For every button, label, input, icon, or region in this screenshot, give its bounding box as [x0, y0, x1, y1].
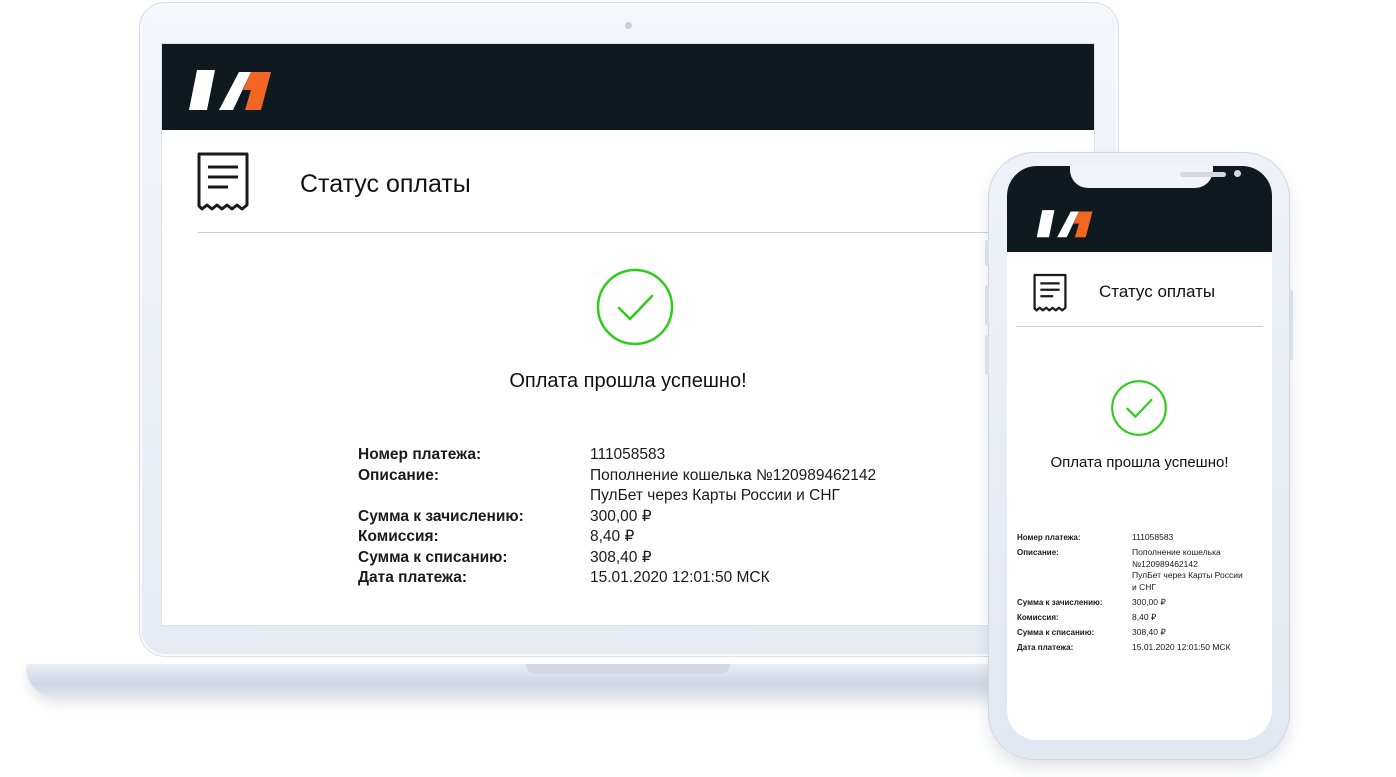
- laptop-screen: Статус оплаты Оплата прошла успешно! Ном…: [161, 43, 1095, 626]
- phone-volume-down-button: [985, 335, 989, 375]
- detail-row-amount-debit: Сумма к списанию: 308,40 ₽: [358, 548, 950, 569]
- detail-value: 300,00 ₽: [590, 507, 652, 525]
- detail-value: Пополнение кошелька №120989462142 ПулБет …: [590, 466, 950, 507]
- payment-details: Номер платежа: 111058583 Описание: Пополне…: [358, 445, 950, 589]
- detail-label: Дата платежа:: [1017, 642, 1074, 652]
- detail-row-payment-number: Номер платежа: 111058583: [1017, 532, 1262, 544]
- description-line: Пополнение кошелька: [1132, 547, 1221, 557]
- phone-volume-up-button: [985, 285, 989, 325]
- detail-label: Номер платежа:: [358, 446, 482, 463]
- detail-label: Сумма к списанию:: [1017, 627, 1095, 637]
- page-title: Статус оплаты: [1099, 282, 1216, 301]
- phone-camera: [1234, 170, 1241, 177]
- payment-details: Номер платежа: 111058583 Описание: Пополне…: [1017, 532, 1262, 657]
- description-line: ПулБет через Карты России и СНГ: [590, 487, 840, 504]
- divider: [1016, 326, 1263, 327]
- check-circle-icon: [1111, 380, 1167, 436]
- detail-value: 300,00 ₽: [1132, 596, 1166, 607]
- detail-value: 308,40 ₽: [590, 548, 652, 566]
- detail-label: Сумма к списанию:: [358, 548, 508, 566]
- detail-value: 8,40 ₽: [590, 528, 635, 545]
- detail-row-payment-date: Дата платежа: 15.01.2020 12:01:50 МСК: [358, 568, 950, 589]
- detail-label: Сумма к зачислению:: [358, 507, 524, 525]
- divider: [198, 232, 1058, 233]
- detail-label: Сумма к зачислению:: [1017, 597, 1103, 607]
- detail-label: Дата платежа:: [358, 569, 467, 586]
- success-message: Оплата прошла успешно!: [1050, 454, 1229, 471]
- phone-power-button: [1289, 290, 1293, 360]
- detail-label: Номер платежа:: [1017, 533, 1081, 542]
- detail-value: 8,40 ₽: [1132, 611, 1157, 622]
- detail-value: 308,40 ₽: [1132, 626, 1166, 637]
- page-title: Статус оплаты: [300, 170, 471, 198]
- wm-logo-icon[interactable]: [1036, 206, 1096, 240]
- detail-label: Комиссия:: [1017, 612, 1059, 622]
- detail-value: Пополнение кошелька №120989462142 ПулБет ч…: [1132, 547, 1262, 593]
- detail-label: Комиссия:: [358, 528, 439, 545]
- receipt-icon: [1033, 273, 1067, 312]
- description-line: и СНГ: [1132, 581, 1156, 592]
- detail-row-amount-debit: Сумма к списанию: 308,40 ₽: [1017, 627, 1262, 639]
- detail-row-amount-credit: Сумма к зачислению: 300,00 ₽: [1017, 597, 1262, 609]
- detail-row-amount-credit: Сумма к зачислению: 300,00 ₽: [358, 507, 950, 528]
- detail-row-commission: Комиссия: 8,40 ₽: [358, 527, 950, 548]
- site-header: [162, 44, 1094, 130]
- detail-row-description: Описание: Пополнение кошелька №1209894621…: [358, 466, 950, 507]
- detail-value: 15.01.2020 12:01:50 МСК: [590, 569, 770, 586]
- phone-speaker: [1180, 172, 1226, 177]
- description-line: Пополнение кошелька №120989462142: [590, 466, 877, 484]
- description-line: №120989462142: [1132, 558, 1198, 569]
- phone-screen: Статус оплаты Оплата прошла успешно! Ном…: [1007, 166, 1272, 740]
- site-header: [1007, 166, 1272, 252]
- page-title-row: Статус оплаты: [162, 130, 1094, 234]
- laptop-camera: [625, 22, 632, 29]
- detail-value: 111058583: [590, 446, 666, 463]
- detail-row-commission: Комиссия: 8,40 ₽: [1017, 612, 1262, 624]
- phone-side-button: [985, 240, 989, 266]
- success-message: Оплата прошла успешно!: [509, 370, 747, 392]
- wm-logo-icon[interactable]: [189, 64, 275, 114]
- laptop-notch: [526, 664, 730, 674]
- description-line: ПулБет через Карты России: [1132, 570, 1243, 580]
- detail-row-description: Описание: Пополнение кошелька №12098946214…: [1017, 547, 1262, 593]
- detail-value: 15.01.2020 12:01:50 МСК: [1132, 641, 1231, 652]
- detail-label: Описание:: [1017, 548, 1059, 557]
- detail-row-payment-date: Дата платежа: 15.01.2020 12:01:50 МСК: [1017, 642, 1262, 654]
- receipt-icon: [197, 152, 249, 211]
- detail-value: 111058583: [1132, 532, 1174, 542]
- check-circle-icon: [596, 268, 674, 346]
- detail-row-payment-number: Номер платежа: 111058583: [358, 445, 950, 466]
- phone-notch: [1070, 166, 1241, 188]
- detail-label: Описание:: [358, 466, 440, 484]
